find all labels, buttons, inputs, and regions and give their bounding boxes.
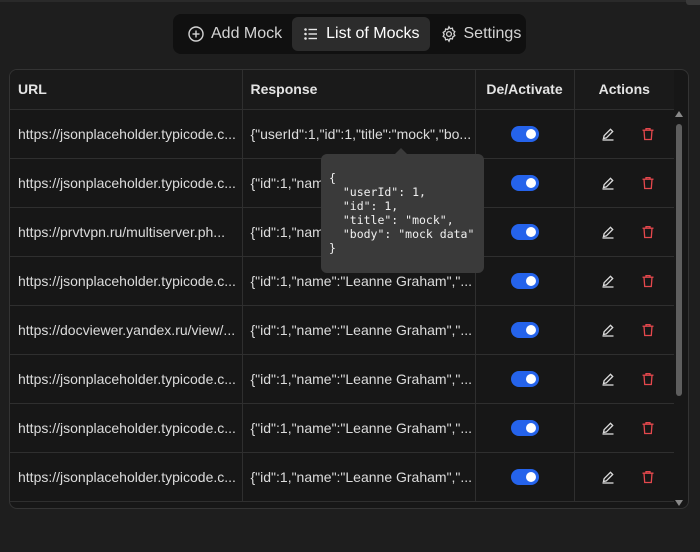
delete-icon[interactable]	[641, 421, 655, 435]
actions-cell	[574, 452, 674, 502]
toggle-cell	[475, 354, 575, 404]
actions-cell	[574, 207, 674, 257]
activate-toggle[interactable]	[510, 126, 539, 143]
window-top-edge	[0, 0, 700, 2]
tab-list-of-mocks[interactable]: List of Mocks	[292, 17, 430, 51]
toggle-cell	[475, 452, 575, 502]
actions-cell	[574, 256, 674, 306]
url-cell[interactable]: https://jsonplaceholder.typicode.c...	[10, 109, 243, 159]
plus-circle-icon	[187, 25, 205, 43]
url-cell[interactable]: https://jsonplaceholder.typicode.c...	[10, 158, 243, 208]
mocks-table-container: URL Response De/Activate Actions https:/…	[9, 69, 689, 509]
scroll-down-arrow-icon[interactable]	[675, 500, 683, 506]
toggle-cell	[475, 256, 575, 306]
activate-toggle[interactable]	[510, 371, 539, 388]
table-row: https://jsonplaceholder.typicode.c... {"…	[10, 109, 674, 159]
table-scrollbar[interactable]	[674, 108, 684, 508]
edit-icon[interactable]	[601, 127, 615, 141]
actions-cell	[574, 158, 674, 208]
actions-cell	[574, 354, 674, 404]
tab-add-mock[interactable]: Add Mock	[177, 17, 292, 51]
activate-toggle[interactable]	[510, 469, 539, 486]
url-cell[interactable]: https://jsonplaceholder.typicode.c...	[10, 354, 243, 404]
column-header-url[interactable]: URL	[10, 70, 243, 110]
table-row: https://jsonplaceholder.typicode.c... {"…	[10, 354, 674, 404]
activate-toggle[interactable]	[510, 175, 539, 192]
response-cell[interactable]: {"userId":1,"id":1,"title":"mock","bo...	[242, 109, 476, 159]
activate-toggle[interactable]	[510, 224, 539, 241]
actions-cell	[574, 403, 674, 453]
actions-cell	[574, 305, 674, 355]
url-cell[interactable]: https://prvtvpn.ru/multiserver.ph...	[10, 207, 243, 257]
scrollbar-thumb[interactable]	[676, 124, 682, 396]
table-row: https://jsonplaceholder.typicode.c... {"…	[10, 403, 674, 453]
actions-cell	[574, 109, 674, 159]
tab-list-of-mocks-label: List of Mocks	[326, 25, 420, 42]
response-cell[interactable]: {"id":1,"name":"Leanne Graham","...	[242, 452, 476, 502]
toggle-cell	[475, 109, 575, 159]
gear-icon	[440, 25, 458, 43]
url-cell[interactable]: https://jsonplaceholder.typicode.c...	[10, 403, 243, 453]
response-cell[interactable]: {"id":1,"name":"Leanne Graham","...	[242, 354, 476, 404]
table-row: https://docviewer.yandex.ru/view/... {"i…	[10, 305, 674, 355]
url-cell[interactable]: https://jsonplaceholder.typicode.c...	[10, 452, 243, 502]
delete-icon[interactable]	[641, 225, 655, 239]
tab-bar: Add Mock List of Mocks Settings	[173, 14, 526, 54]
activate-toggle[interactable]	[510, 273, 539, 290]
url-cell[interactable]: https://jsonplaceholder.typicode.c...	[10, 256, 243, 306]
activate-toggle[interactable]	[510, 322, 539, 339]
column-header-actions: Actions	[574, 70, 674, 110]
tab-settings[interactable]: Settings	[430, 17, 532, 51]
delete-icon[interactable]	[641, 176, 655, 190]
delete-icon[interactable]	[641, 372, 655, 386]
edit-icon[interactable]	[601, 421, 615, 435]
mocks-table: URL Response De/Activate Actions https:/…	[10, 70, 674, 502]
edit-icon[interactable]	[601, 274, 615, 288]
edit-icon[interactable]	[601, 323, 615, 337]
list-icon	[302, 25, 320, 43]
scroll-up-arrow-icon[interactable]	[675, 111, 683, 117]
table-row: https://jsonplaceholder.typicode.c... {"…	[10, 452, 674, 502]
toggle-cell	[475, 158, 575, 208]
column-header-deactivate[interactable]: De/Activate	[475, 70, 575, 110]
column-header-response[interactable]: Response	[242, 70, 476, 110]
response-tooltip: { "userId": 1, "id": 1, "title": "mock",…	[321, 148, 484, 273]
response-cell[interactable]: {"id":1,"name":"Leanne Graham","...	[242, 305, 476, 355]
table-header-row: URL Response De/Activate Actions	[10, 70, 674, 110]
edit-icon[interactable]	[601, 225, 615, 239]
url-cell[interactable]: https://docviewer.yandex.ru/view/...	[10, 305, 243, 355]
delete-icon[interactable]	[641, 274, 655, 288]
toggle-cell	[475, 207, 575, 257]
delete-icon[interactable]	[641, 323, 655, 337]
edit-icon[interactable]	[601, 372, 615, 386]
activate-toggle[interactable]	[510, 420, 539, 437]
toggle-cell	[475, 403, 575, 453]
tab-add-mock-label: Add Mock	[211, 25, 283, 42]
edit-icon[interactable]	[601, 470, 615, 484]
response-cell[interactable]: {"id":1,"name":"Leanne Graham","...	[242, 403, 476, 453]
edit-icon[interactable]	[601, 176, 615, 190]
delete-icon[interactable]	[641, 470, 655, 484]
toggle-cell	[475, 305, 575, 355]
tab-settings-label: Settings	[463, 25, 522, 42]
delete-icon[interactable]	[641, 127, 655, 141]
window-corner	[686, 0, 700, 5]
